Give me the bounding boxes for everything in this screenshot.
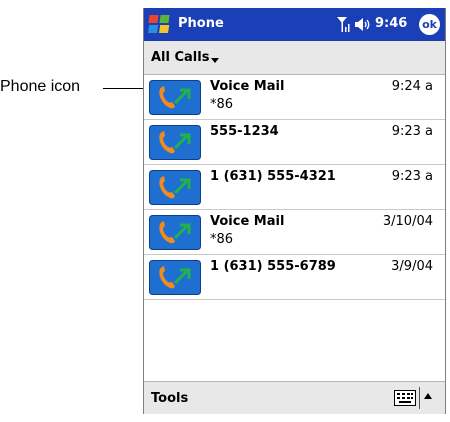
call-row[interactable]: 1 (631) 555-4321 9:23 a bbox=[144, 165, 445, 210]
call-row[interactable]: Voice Mail *86 3/10/04 bbox=[144, 210, 445, 255]
call-row[interactable]: 555-1234 9:23 a bbox=[144, 120, 445, 165]
call-name: Voice Mail bbox=[210, 214, 285, 229]
call-name: 1 (631) 555-4321 bbox=[210, 169, 336, 184]
phone-icon bbox=[149, 170, 201, 205]
call-name: Voice Mail bbox=[210, 79, 285, 94]
input-panel-divider bbox=[419, 387, 420, 409]
phone-icon bbox=[149, 260, 201, 295]
phone-icon bbox=[149, 125, 201, 160]
clock-time[interactable]: 9:46 bbox=[375, 16, 407, 31]
call-name: 555-1234 bbox=[210, 124, 279, 139]
phone-icon bbox=[149, 215, 201, 250]
menu-bar: Tools bbox=[144, 381, 445, 414]
signal-strength-icon[interactable] bbox=[337, 17, 351, 32]
call-row[interactable]: Voice Mail *86 9:24 a bbox=[144, 75, 445, 120]
call-row[interactable]: 1 (631) 555-6789 3/9/04 bbox=[144, 255, 445, 300]
call-time: 9:23 a bbox=[391, 169, 433, 184]
call-number: *86 bbox=[210, 232, 234, 247]
call-name: 1 (631) 555-6789 bbox=[210, 259, 336, 274]
callout-leader-line bbox=[103, 88, 147, 89]
call-time: 9:23 a bbox=[391, 124, 433, 139]
call-filter-dropdown[interactable]: All Calls bbox=[151, 50, 209, 65]
windows-start-icon[interactable] bbox=[148, 12, 173, 37]
dropdown-caret-icon[interactable] bbox=[211, 58, 219, 63]
volume-icon[interactable] bbox=[354, 17, 372, 32]
call-time: 3/9/04 bbox=[391, 259, 433, 274]
call-number: *86 bbox=[210, 97, 234, 112]
filter-bar[interactable]: All Calls bbox=[144, 41, 445, 75]
app-title: Phone bbox=[178, 16, 224, 31]
phone-icon-callout-label: Phone icon bbox=[0, 78, 81, 95]
phone-icon bbox=[149, 80, 201, 115]
keyboard-icon[interactable] bbox=[394, 390, 416, 406]
ok-button[interactable]: ok bbox=[419, 14, 440, 35]
title-bar: Phone 9:46 ok bbox=[144, 8, 445, 41]
phone-app-window: Phone 9:46 ok All Calls Voice Mail *86 9… bbox=[143, 8, 446, 414]
input-panel-arrow-icon[interactable] bbox=[424, 393, 432, 399]
tools-menu[interactable]: Tools bbox=[151, 391, 188, 406]
call-time: 9:24 a bbox=[391, 79, 433, 94]
call-time: 3/10/04 bbox=[382, 214, 433, 229]
